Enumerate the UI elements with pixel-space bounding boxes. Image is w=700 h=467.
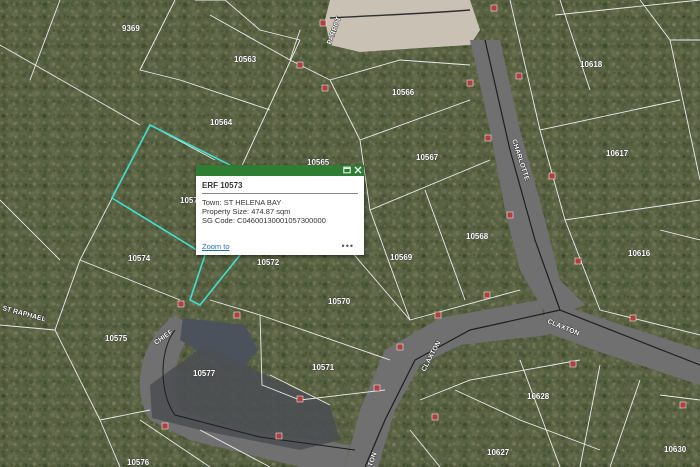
erf-label[interactable]: 10616 xyxy=(628,249,651,259)
popup-header xyxy=(196,165,364,176)
erf-label[interactable]: 10564 xyxy=(210,118,233,128)
erf-label[interactable]: 10568 xyxy=(466,232,489,242)
erf-label[interactable]: 10628 xyxy=(527,392,550,402)
erf-label[interactable]: 10577 xyxy=(193,369,216,379)
erf-label[interactable]: 10618 xyxy=(580,60,603,70)
property-popup: ERF 10573 Town: ST HELENA BAY Property S… xyxy=(196,165,364,255)
sg-label: SG Code: xyxy=(202,216,238,225)
sg-row: SG Code: C04600130001057300000 xyxy=(196,216,364,225)
erf-label[interactable]: 10576 xyxy=(127,458,150,467)
erf-label[interactable]: 9369 xyxy=(122,24,141,34)
town-row: Town: ST HELENA BAY xyxy=(196,198,364,207)
road-top-culdesac xyxy=(325,0,480,52)
town-value: ST HELENA BAY xyxy=(223,198,282,207)
sg-value: C04600130001057300000 xyxy=(237,216,326,225)
erf-label[interactable]: 10571 xyxy=(312,363,335,373)
erf-label[interactable]: 10574 xyxy=(128,254,151,264)
erf-label[interactable]: 10566 xyxy=(392,88,415,98)
erf-label[interactable]: 10630 xyxy=(664,445,687,455)
popup-divider xyxy=(202,193,358,194)
more-options-button[interactable]: ••• xyxy=(342,241,354,251)
erf-label[interactable]: 10567 xyxy=(416,153,439,163)
erf-label[interactable]: 10617 xyxy=(606,149,629,159)
size-row: Property Size: 474.87 sqm xyxy=(196,207,364,216)
erf-label[interactable]: 10563 xyxy=(234,55,257,65)
close-icon[interactable] xyxy=(353,166,362,175)
zoom-to-link[interactable]: Zoom to xyxy=(202,242,230,251)
erf-label[interactable]: 10575 xyxy=(105,334,128,344)
size-value: 474.87 sqm xyxy=(251,207,291,216)
erf-label[interactable]: 10627 xyxy=(487,448,510,458)
popup-title: ERF 10573 xyxy=(202,181,243,190)
erf-label[interactable]: 10569 xyxy=(390,253,413,263)
maximize-icon[interactable] xyxy=(342,166,351,175)
popup-footer: Zoom to ••• xyxy=(202,241,358,251)
erf-label[interactable]: 10570 xyxy=(328,297,351,307)
size-label: Property Size: xyxy=(202,207,252,216)
erf-label[interactable]: 10572 xyxy=(257,258,280,268)
town-label: Town: xyxy=(202,198,224,207)
